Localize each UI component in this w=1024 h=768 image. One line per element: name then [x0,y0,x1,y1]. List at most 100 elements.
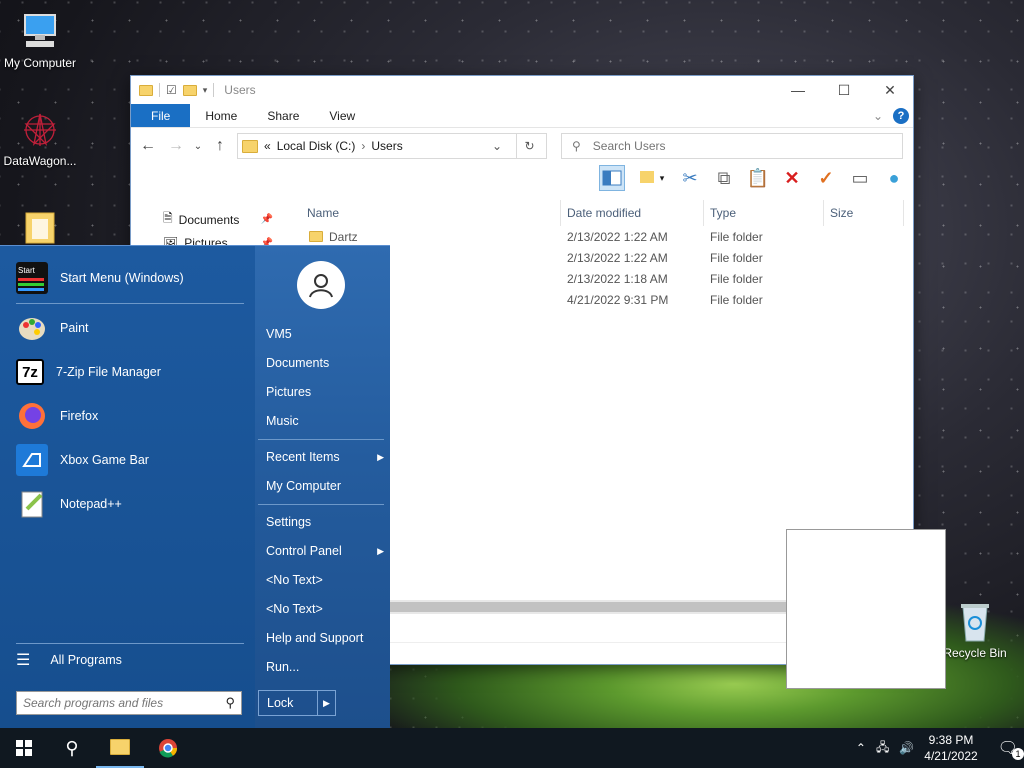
preview-pane-icon[interactable] [599,165,625,191]
tab-file[interactable]: File [131,104,191,127]
xbox-game-bar-icon [16,444,48,476]
tab-share[interactable]: Share [252,104,314,127]
file-explorer-taskbar-icon[interactable] [96,728,144,768]
lock-button[interactable]: Lock ▶ [258,690,336,716]
recent-locations-chevron-icon[interactable]: ⌄ [193,141,203,152]
system-tray: ⌃ 🖧 🔊 9:38 PM 4/21/2022 🗨 1 [856,732,1024,764]
nav-item-documents[interactable]: 🗎 Documents 📌 [131,206,281,233]
forward-button[interactable]: → [165,137,187,155]
table-row[interactable]: Dartz 2/13/2022 1:22 AM File folder [281,226,913,247]
menu-item-run[interactable]: Run... [266,654,384,680]
breadcrumb-local-disk[interactable]: Local Disk (C:) [277,139,356,153]
menu-item-no-text-1[interactable]: <No Text> [266,567,384,593]
submenu-arrow-icon: ▶ [377,545,384,556]
notepad-plus-plus-icon [16,488,48,520]
app-firefox[interactable]: Firefox [16,396,98,436]
close-button[interactable]: ✕ [867,76,913,104]
tab-home[interactable]: Home [190,104,252,127]
search-input[interactable] [592,139,873,153]
app-start-menu-windows[interactable]: Start Start Menu (Windows) [16,258,184,298]
expand-ribbon-chevron-icon[interactable]: ⌄ [873,109,883,123]
start-menu-places-column: VM5 Documents Pictures Music Recent Item… [258,246,388,728]
search-icon[interactable]: ⚲ [225,695,235,711]
address-row: ← → ⌄ ↑ « Local Disk (C:) › Users ⌄ ↻ ⚲ [131,128,913,164]
submenu-arrow-icon: ▶ [377,451,384,462]
recycle-bin-icon [953,600,997,644]
show-hidden-icons-chevron-icon[interactable]: ⌃ [856,741,866,755]
all-programs-button[interactable]: ☰ All Programs [16,650,122,670]
menu-item-control-panel[interactable]: Control Panel ▶ [266,538,384,564]
breadcrumb-separator-icon: › [361,139,366,153]
volume-icon[interactable]: 🔊 [899,741,914,755]
blank-popup-window[interactable] [786,529,946,689]
address-dropdown-chevron-icon[interactable]: ⌄ [492,139,502,153]
new-folder-icon[interactable] [182,84,197,96]
menu-item-music[interactable]: Music [266,408,384,434]
back-button[interactable]: ← [137,137,159,155]
cut-icon[interactable]: ✂ [677,165,703,191]
address-bar[interactable]: « Local Disk (C:) › Users ⌄ ↻ [237,133,547,159]
customize-chevron-icon[interactable]: ▾ [203,85,208,96]
app-notepad-plus-plus[interactable]: Notepad++ [16,484,122,524]
app-paint[interactable]: Paint [16,308,89,348]
network-icon[interactable]: 🖧 [876,738,889,759]
documents-icon: 🗎 [163,211,173,225]
up-button[interactable]: ↑ [209,137,231,155]
desktop-icon-recycle-bin[interactable]: Recycle Bin [935,600,1015,660]
search-box[interactable]: ⚲ [561,133,903,159]
column-headers: Name Date modified Type Size [281,200,913,226]
menu-item-settings[interactable]: Settings [266,509,384,535]
tab-view[interactable]: View [314,104,370,127]
app-xbox-game-bar[interactable]: Xbox Game Bar [16,440,149,480]
menu-item-pictures[interactable]: Pictures [266,379,384,405]
power-options-arrow-icon[interactable]: ▶ [317,691,335,715]
folder-icon [18,205,62,249]
breadcrumb-users[interactable]: Users [371,139,402,153]
paste-icon[interactable]: 📋 [745,165,771,191]
chrome-icon[interactable] [144,728,192,768]
address-overflow[interactable]: « [264,139,271,153]
notification-count-badge: 1 [1012,748,1024,760]
checkmark-icon[interactable]: ✓ [813,165,839,191]
pin-icon[interactable]: 📌 [261,214,273,225]
search-icon[interactable]: ⚲ [48,728,96,768]
list-icon: ☰ [16,652,31,669]
start-button[interactable] [0,728,48,768]
globe-icon[interactable]: ● [881,165,907,191]
rename-icon[interactable]: ▭ [847,165,873,191]
7zip-icon: 7z [16,359,44,385]
delete-icon[interactable]: ✕ [779,165,805,191]
notification-center-icon[interactable]: 🗨 1 [998,738,1024,760]
window-title: Users [224,83,256,97]
column-date-modified[interactable]: Date modified [561,200,704,226]
desktop-icon-datawagon[interactable]: DataWagon... [0,108,80,168]
menu-item-help-and-support[interactable]: Help and Support [266,625,384,651]
minimize-button[interactable]: — [775,76,821,104]
properties-icon[interactable]: ☑ [166,83,177,97]
start-search-box[interactable]: ⚲ [16,691,242,715]
clock[interactable]: 9:38 PM 4/21/2022 [924,732,977,764]
menu-item-no-text-2[interactable]: <No Text> [266,596,384,622]
column-name[interactable]: Name [281,200,561,226]
refresh-button[interactable]: ↻ [516,134,542,158]
app-7zip[interactable]: 7z 7-Zip File Manager [16,352,161,392]
desktop-icon-label: My Computer [3,56,77,70]
menu-item-vm5[interactable]: VM5 [266,321,384,347]
view-options-icon[interactable]: ▾ [633,165,669,191]
clock-time: 9:38 PM [928,733,974,747]
copy-icon[interactable]: ⧉ [711,165,737,191]
start-search-input[interactable] [23,696,226,710]
column-type[interactable]: Type [704,200,824,226]
desktop-icon-my-computer[interactable]: My Computer [0,10,80,70]
menu-item-recent-items[interactable]: Recent Items ▶ [266,444,384,470]
maximize-button[interactable]: ☐ [821,76,867,104]
ribbon-tabs: File Home Share View ⌄ ? [131,104,913,128]
column-size[interactable]: Size [824,200,904,226]
menu-item-documents[interactable]: Documents [266,350,384,376]
title-bar[interactable]: ☑ ▾ Users — ☐ ✕ [131,76,913,104]
quick-access-toolbar: ☑ ▾ Users [139,83,256,97]
menu-item-my-computer[interactable]: My Computer [266,473,384,499]
user-avatar[interactable] [297,261,345,309]
help-icon[interactable]: ? [893,107,909,124]
folder-icon [139,84,153,96]
